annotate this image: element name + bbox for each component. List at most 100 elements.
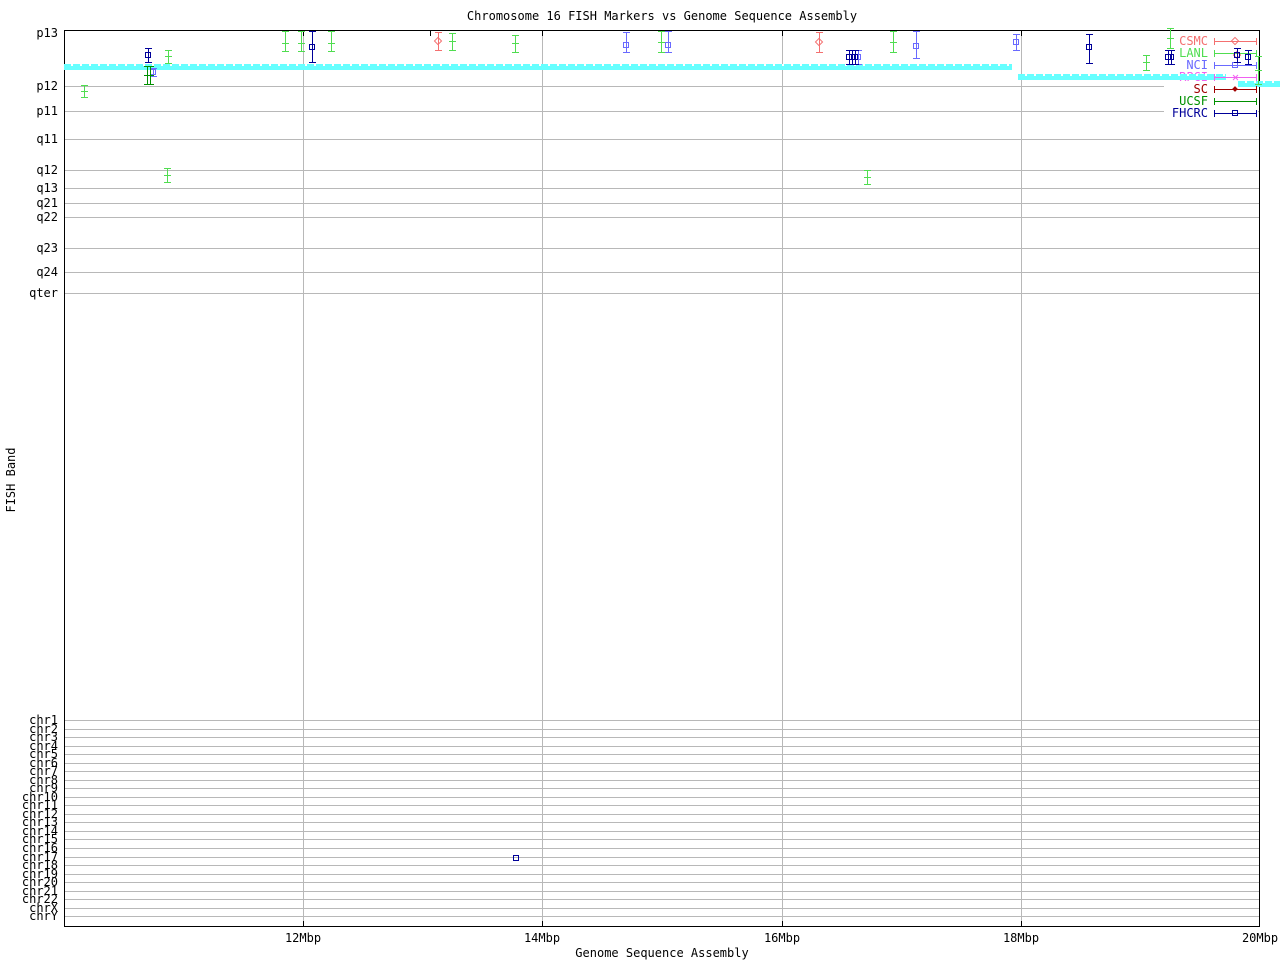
errorbar-cap — [864, 170, 871, 171]
gridline-h — [65, 729, 1259, 730]
errorbar-cap — [145, 48, 152, 49]
errorbar-line — [285, 31, 286, 51]
gridline-h — [65, 771, 1259, 772]
errorbar-cap — [81, 85, 88, 86]
errorbar-cap — [658, 52, 665, 53]
gridline-h — [65, 891, 1259, 892]
y-tick-label: q11 — [36, 132, 58, 146]
gridline-v — [542, 31, 543, 926]
gridline-h — [65, 780, 1259, 781]
errorbar-cap — [1013, 34, 1020, 35]
gridline-h — [65, 908, 1259, 909]
errorbar-cap — [658, 31, 665, 32]
gridline-h — [65, 720, 1259, 721]
errorbar-cap — [1143, 70, 1150, 71]
gridline-h — [65, 217, 1259, 218]
errorbar-cap — [435, 50, 442, 51]
errorbar-cap — [150, 76, 157, 77]
errorbar-cap — [1013, 50, 1020, 51]
errorbar-line — [301, 31, 302, 51]
point-square — [1013, 39, 1019, 45]
point-tick — [449, 41, 456, 42]
legend-sample-cap — [1256, 110, 1257, 117]
gridline-h — [65, 805, 1259, 806]
errorbar-cap — [1245, 50, 1252, 51]
legend-sample-cap — [1256, 74, 1257, 81]
errorbar-cap — [852, 50, 859, 51]
assembly-line-segment — [1018, 74, 1226, 80]
gridline-h — [65, 86, 1259, 87]
gridline-h — [65, 248, 1259, 249]
gridline-h — [65, 746, 1259, 747]
errorbar-cap — [1255, 56, 1262, 57]
legend-sample-cap — [1256, 86, 1257, 93]
errorbar-cap — [81, 97, 88, 98]
y-tick-label: q23 — [36, 241, 58, 255]
errorbar-cap — [1245, 64, 1252, 65]
point-square — [913, 43, 919, 49]
gridline-h — [65, 763, 1259, 764]
chart-canvas: Chromosome 16 FISH Markers vs Genome Seq… — [0, 0, 1280, 960]
x-tick-label: 12Mbp — [284, 931, 322, 945]
x-tick-label: 16Mbp — [763, 931, 801, 945]
point-square — [623, 42, 629, 48]
errorbar-cap — [623, 52, 630, 53]
gridline-h — [65, 822, 1259, 823]
point-square — [513, 855, 519, 861]
gridline-h — [65, 139, 1259, 140]
errorbar-cap — [1167, 28, 1174, 29]
point-tick — [282, 43, 289, 44]
gridline-h — [65, 111, 1259, 112]
gridline-h — [65, 737, 1259, 738]
point-square — [1168, 54, 1174, 60]
gridline-h — [65, 857, 1259, 858]
errorbar-cap — [852, 64, 859, 65]
errorbar-cap — [1143, 55, 1150, 56]
point-tick — [1167, 38, 1174, 39]
errorbar-cap — [147, 66, 154, 67]
errorbar-cap — [147, 84, 154, 85]
y-tick-label: p11 — [36, 104, 58, 118]
point-tick — [890, 42, 897, 43]
errorbar-line — [331, 31, 332, 51]
legend-sample-cap — [1214, 74, 1215, 81]
errorbar-cap — [298, 51, 305, 52]
gridline-h — [65, 865, 1259, 866]
x-tick-label: 14Mbp — [523, 931, 561, 945]
errorbar-cap — [816, 52, 823, 53]
gridline-v — [782, 31, 783, 926]
errorbar-cap — [1086, 34, 1093, 35]
gridline-v — [1021, 31, 1022, 926]
errorbar-cap — [164, 182, 171, 183]
gridline-h — [65, 916, 1259, 917]
gridline-h — [65, 788, 1259, 789]
y-tick-label: chrY — [29, 909, 58, 923]
plot-frame — [64, 30, 1260, 927]
gridline-h — [65, 882, 1259, 883]
y-tick-label: q21 — [36, 196, 58, 210]
y-tick-label: p12 — [36, 79, 58, 93]
point-square — [665, 42, 671, 48]
errorbar-cap — [145, 62, 152, 63]
errorbar-cap — [913, 31, 920, 32]
point-tick — [165, 56, 172, 57]
errorbar-cap — [623, 32, 630, 33]
y-tick-label: p13 — [36, 26, 58, 40]
point-tick — [864, 177, 871, 178]
legend-sample-cap — [1214, 98, 1215, 105]
legend-label: FHCRC — [1171, 106, 1208, 120]
errorbar-cap — [913, 58, 920, 59]
point-square — [1086, 44, 1092, 50]
legend-sample-cap — [1214, 86, 1215, 93]
y-tick-label: q24 — [36, 265, 58, 279]
errorbar-cap — [435, 32, 442, 33]
point-square — [1245, 54, 1251, 60]
y-tick-label: q22 — [36, 210, 58, 224]
gridline-v — [303, 31, 304, 926]
point-tick — [658, 42, 665, 43]
axis-tick-bottom — [1021, 921, 1022, 926]
errorbar-cap — [665, 52, 672, 53]
y-tick-label: q12 — [36, 163, 58, 177]
x-axis-title: Genome Sequence Assembly — [575, 946, 749, 960]
gridline-h — [65, 203, 1259, 204]
